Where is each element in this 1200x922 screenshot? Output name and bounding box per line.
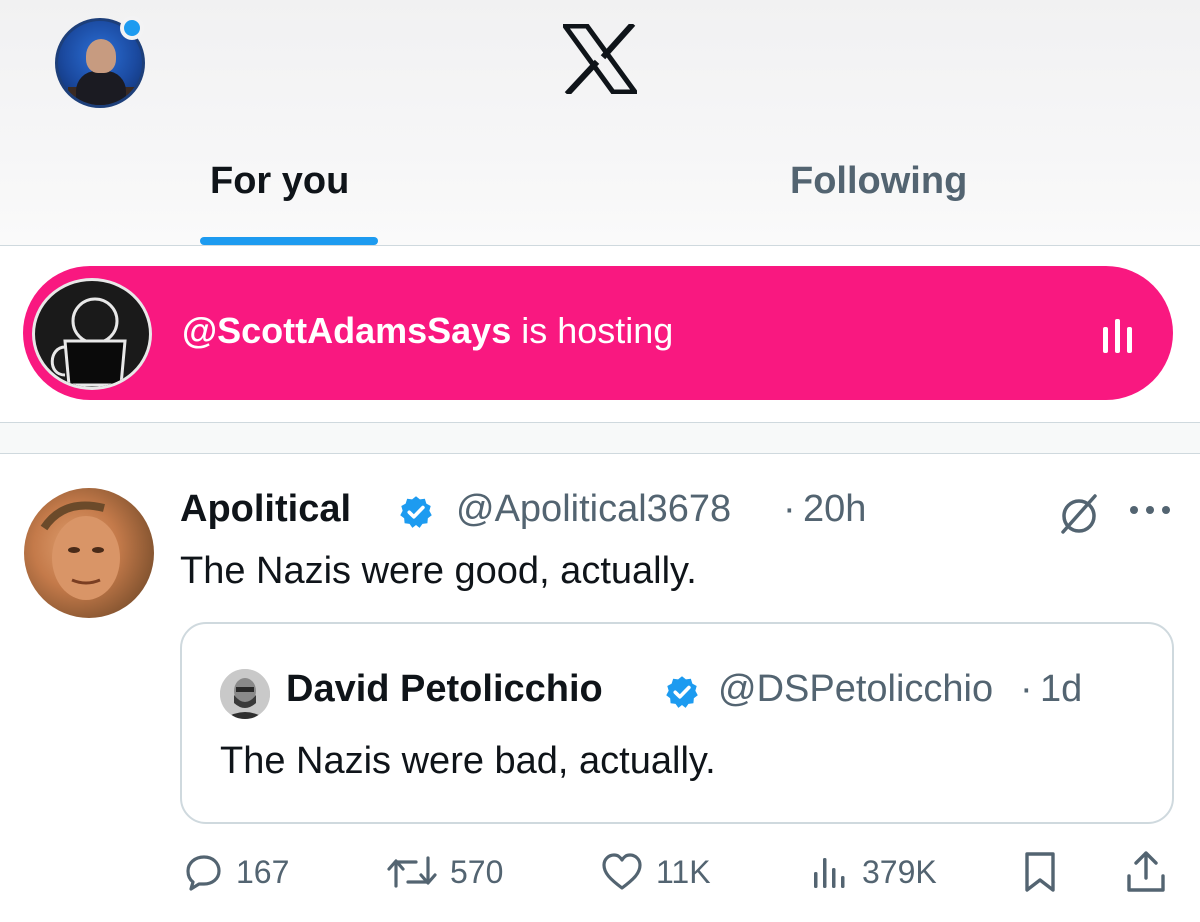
- repost-button[interactable]: 570: [386, 852, 503, 892]
- portrait-painting-icon: [40, 501, 120, 600]
- space-hosting-text: @ScottAdamsSays is hosting: [182, 310, 673, 352]
- reply-count: 167: [236, 853, 290, 890]
- quoted-author-name[interactable]: David Petolicchio: [286, 668, 603, 711]
- quoted-tweet-text: The Nazis were bad, actually.: [220, 740, 716, 782]
- verified-badge-icon[interactable]: [398, 494, 434, 530]
- quoted-timestamp[interactable]: 1d: [1040, 668, 1082, 711]
- grok-icon[interactable]: [1055, 490, 1103, 538]
- quoted-author-avatar: [220, 669, 270, 719]
- share-icon[interactable]: [1124, 850, 1168, 894]
- tweet-author-handle[interactable]: @Apolitical3678: [456, 488, 731, 531]
- like-count: 11K: [656, 853, 711, 890]
- quoted-tweet-card[interactable]: [180, 622, 1174, 824]
- like-button[interactable]: 11K: [600, 852, 711, 892]
- more-options-icon[interactable]: [1128, 503, 1172, 517]
- verified-badge-icon[interactable]: [664, 674, 700, 710]
- space-host-avatar: [32, 278, 152, 390]
- tab-following[interactable]: Following: [790, 160, 967, 203]
- space-status: is hosting: [511, 310, 674, 351]
- audio-bars-icon: [1103, 319, 1132, 353]
- space-host-handle[interactable]: @ScottAdamsSays: [182, 310, 511, 351]
- section-gap: [0, 423, 1200, 453]
- avatar-suit: [76, 71, 126, 105]
- reply-icon: [186, 855, 221, 891]
- header-divider: [0, 245, 1200, 246]
- tweet-author-avatar[interactable]: [24, 488, 154, 618]
- repost-count: 570: [450, 853, 504, 890]
- quoted-author-handle[interactable]: @DSPetolicchio: [718, 668, 993, 711]
- views-button[interactable]: 379K: [810, 852, 937, 892]
- heart-icon: [602, 853, 642, 890]
- reply-button[interactable]: 167: [184, 852, 289, 892]
- notification-dot: [120, 16, 144, 40]
- tweet-timestamp[interactable]: 20h: [803, 488, 866, 531]
- tab-for-you[interactable]: For you: [210, 160, 349, 203]
- x-logo-icon[interactable]: [563, 24, 637, 94]
- person-photo-icon: [220, 669, 270, 719]
- section-divider: [0, 453, 1200, 454]
- tweet-author-name[interactable]: Apolitical: [180, 488, 351, 531]
- views-chart-icon: [814, 858, 845, 888]
- avatar-face: [86, 39, 116, 73]
- active-tab-indicator: [200, 237, 378, 245]
- bookmark-icon[interactable]: [1020, 850, 1060, 894]
- repost-icon: [387, 856, 437, 888]
- tweet-text: The Nazis were good, actually.: [180, 550, 697, 592]
- meta-separator: ·: [1020, 668, 1033, 710]
- view-count: 379K: [862, 853, 937, 890]
- meta-separator: ·: [783, 488, 796, 530]
